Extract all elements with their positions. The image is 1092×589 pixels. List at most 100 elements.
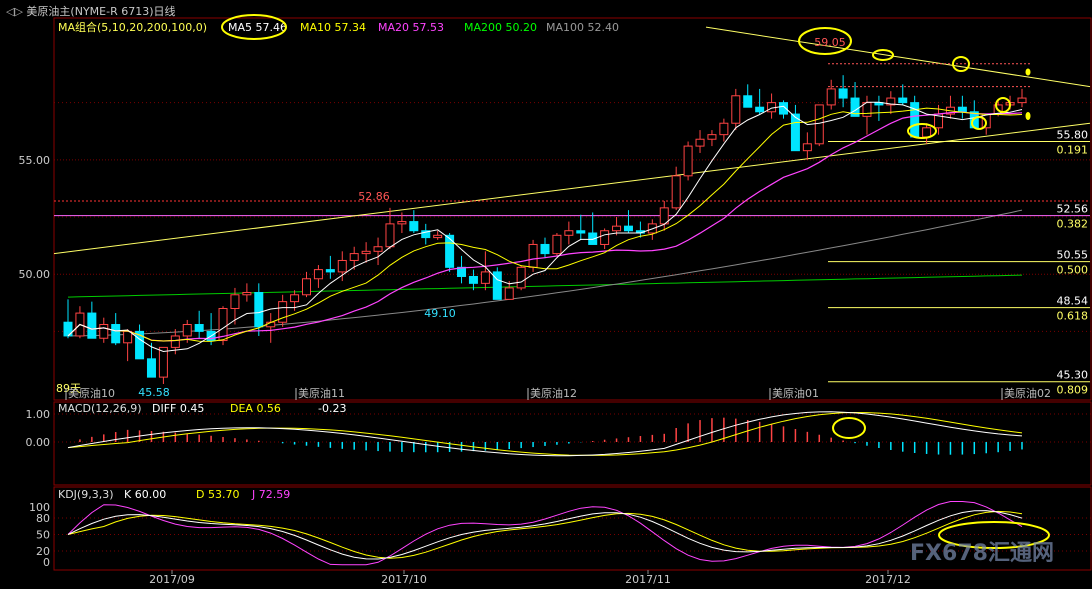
highlight-dot (1025, 68, 1031, 76)
candle-body (87, 312, 97, 339)
fib-price-label: 50.55 (1057, 249, 1089, 262)
candle-body (600, 230, 610, 245)
kdj-legend-item: J 72.59 (251, 488, 290, 501)
diff-line (67, 411, 1023, 457)
candle-body (182, 324, 192, 337)
ma-legend-item: MA200 50.20 (464, 21, 537, 34)
candle-body (290, 294, 300, 303)
macd-panel (53, 401, 1092, 486)
price-tick-label: 50.00 (19, 268, 51, 281)
kdj-tick-label: 50 (36, 529, 50, 542)
candle-body (99, 324, 109, 339)
fib-ratio-label: 0.809 (1057, 384, 1089, 397)
candle-body (922, 127, 932, 138)
candle-body (623, 225, 633, 232)
ma-legend-item: MA100 52.40 (546, 21, 619, 34)
fib-ratio-label: 0.618 (1057, 310, 1089, 323)
ma-legend-item: MA组合(5,10,20,200,100,0) (58, 20, 207, 34)
price-tick-label: 55.00 (19, 154, 51, 167)
candle-body (230, 294, 240, 310)
fib-price-label: 48.54 (1057, 295, 1089, 308)
fib-ratio-label: 0.382 (1057, 218, 1089, 231)
candle-body (385, 223, 395, 248)
candle-body (898, 97, 908, 104)
candle-body (743, 95, 753, 108)
ma20-line (67, 111, 1023, 342)
ma-legend-item: MA20 57.53 (378, 21, 444, 34)
macd-tick-label: 0.00 (26, 436, 51, 449)
fib-price-label: 45.30 (1057, 369, 1089, 382)
macd-legend-item: DIFF 0.45 (152, 402, 204, 415)
candle-body (814, 104, 824, 145)
candle-body (170, 335, 180, 348)
highlight-dot (1025, 112, 1031, 120)
trough-label: 49.10 (424, 307, 456, 320)
candle-body (242, 291, 252, 296)
ma-legend-item: MA10 57.34 (300, 21, 366, 34)
candle-body (802, 143, 812, 152)
candle-body (325, 269, 335, 273)
macd-legend-item: -0.23 (318, 402, 346, 415)
candle-body (826, 88, 836, 106)
kdj-legend-item: K 60.00 (124, 488, 166, 501)
resistance-trendline (705, 26, 1091, 88)
contract-label: 美原油02 (1004, 386, 1051, 400)
fib-price-label: 55.80 (1057, 129, 1089, 142)
top-high-label: 59.05 (814, 36, 846, 49)
candle-body (719, 122, 729, 136)
candle-body (123, 330, 133, 344)
candle-body (516, 266, 526, 289)
candle-body (552, 234, 562, 255)
candle-body (146, 358, 156, 378)
candle-body (409, 221, 419, 232)
date-label: 2017/12 (865, 573, 911, 586)
candle-body (445, 234, 455, 268)
candle-body (111, 324, 121, 344)
candle-body (194, 324, 204, 332)
candle-body (564, 230, 574, 236)
ma200-line (67, 274, 1023, 298)
candle-body (528, 243, 538, 268)
ma10-line (67, 107, 1023, 342)
candle-body (468, 275, 478, 284)
candle-body (349, 253, 359, 261)
start-low-label: 45.58 (138, 386, 170, 399)
fib-price-label: 52.56 (1057, 203, 1089, 216)
contract-label: 美原油01 (772, 386, 819, 400)
contract-label: 美原油11 (298, 386, 345, 400)
candle-body (254, 291, 264, 328)
candle-body (373, 246, 383, 252)
candle-body (683, 145, 693, 177)
candle-body (480, 271, 490, 284)
candle-body (695, 138, 705, 147)
candle-body (612, 225, 622, 232)
candle-body (504, 287, 514, 300)
candle-body (957, 106, 967, 113)
dea-line (67, 411, 1023, 456)
watermark-logo: FX678汇通网 (910, 541, 1054, 566)
candle-body (433, 234, 443, 239)
candle-body (671, 175, 681, 209)
fib-ratio-label: 0.500 (1057, 264, 1089, 277)
macd-legend-item: MACD(12,26,9) (58, 402, 142, 415)
macd-legend-item: DEA 0.56 (230, 402, 281, 415)
candle-body (576, 230, 586, 234)
kdj-tick-label: 0 (43, 556, 50, 569)
date-label: 2017/11 (625, 573, 671, 586)
fib-ratio-label: 0.191 (1057, 144, 1089, 157)
candle-body (731, 95, 741, 124)
peak-label: 52.86 (358, 190, 390, 203)
candle-body (1017, 97, 1027, 104)
candle-body (313, 269, 323, 280)
kdj-legend-item: KDJ(9,3,3) (58, 488, 114, 501)
kdj-j-line (67, 501, 1023, 566)
candlestick-chart[interactable]: 55.00 50.00 55.80 0.191 52.56 0.382 50.55 0.500… (0, 0, 1092, 589)
candle-body (838, 88, 848, 99)
candle-body (337, 259, 347, 273)
kdj-legend-item: D 53.70 (196, 488, 239, 501)
candle-body (540, 243, 550, 255)
highlight-ellipse (832, 417, 866, 439)
contract-label: 美原油12 (530, 386, 577, 400)
ma-legend-item: MA5 57.46 (228, 21, 287, 34)
kdj-tick-label: 80 (36, 512, 50, 525)
